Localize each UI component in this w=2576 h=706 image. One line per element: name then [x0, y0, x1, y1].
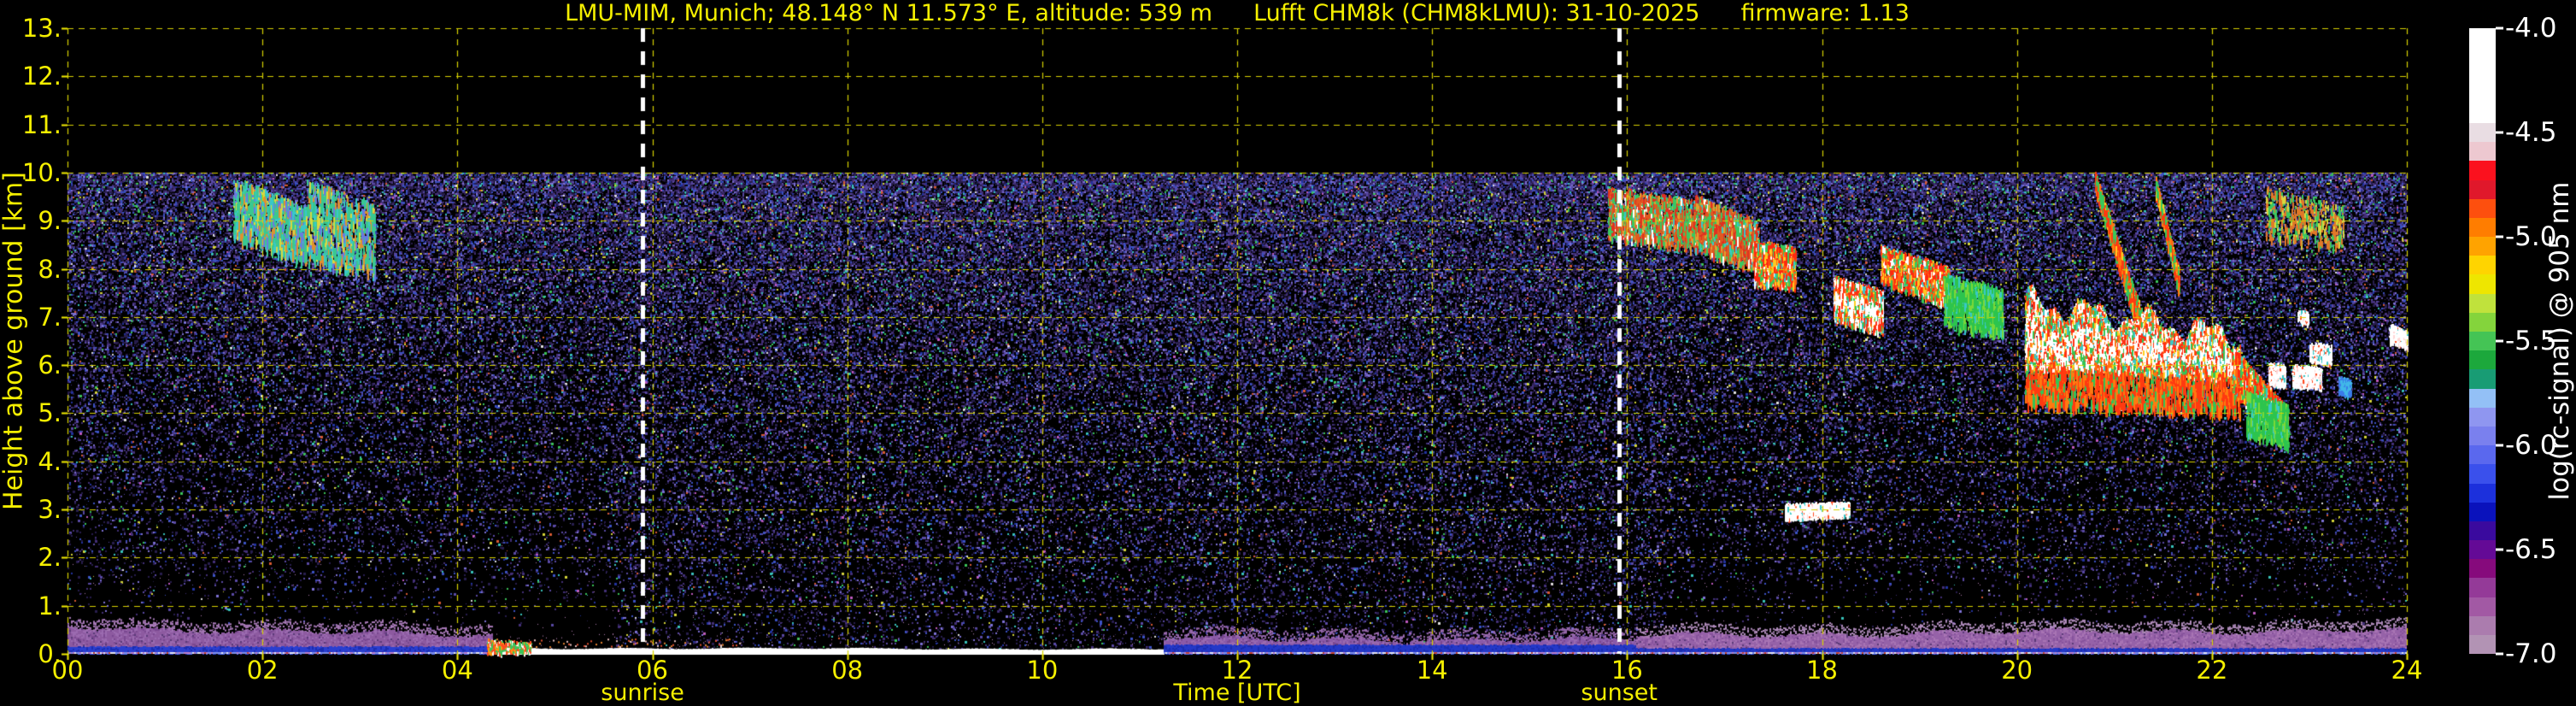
colorbar-tick [2496, 548, 2503, 551]
colorbar-tick [2496, 235, 2503, 238]
x-tick-label: 14 [1416, 656, 1448, 685]
colorbar-swatch [2469, 237, 2496, 256]
y-tick-label: 7. [38, 302, 62, 332]
colorbar-swatch [2469, 464, 2496, 484]
y-tick-label: 1. [38, 591, 62, 621]
x-tick-label: 22 [2196, 656, 2228, 685]
colorbar-swatch [2469, 103, 2496, 123]
x-tick-label: 24 [2391, 656, 2423, 685]
colorbar-swatch [2469, 350, 2496, 370]
colorbar-swatch [2469, 559, 2496, 579]
y-tick-label: 11. [21, 109, 62, 139]
colorbar-swatch [2469, 407, 2496, 427]
colorbar-tick [2496, 26, 2503, 30]
colorbar-tick [2496, 652, 2503, 656]
colorbar-tick-label: -4.5 [2505, 117, 2557, 148]
colorbar-swatch [2469, 502, 2496, 521]
x-tick-label: 18 [1806, 656, 1838, 685]
colorbar-swatch [2469, 85, 2496, 104]
x-tick-label: 04 [441, 656, 473, 685]
colorbar-swatch [2469, 312, 2496, 332]
colorbar-label: log(rc-signal) @ 905 nm [2544, 181, 2575, 501]
y-tick-label: 10. [21, 157, 62, 187]
colorbar-swatch [2469, 578, 2496, 597]
y-tick-label: 12. [21, 62, 62, 91]
colorbar-swatch [2469, 122, 2496, 143]
y-tick-label: 8. [38, 254, 62, 284]
x-tick-label: 02 [246, 656, 279, 685]
colorbar-swatch [2469, 332, 2496, 351]
y-tick-label: 9. [38, 206, 62, 236]
x-tick-label: 08 [831, 656, 864, 685]
ceilometer-heatmap-canvas [0, 0, 2576, 706]
colorbar-swatch [2469, 521, 2496, 541]
colorbar-swatch [2469, 161, 2496, 180]
colorbar-swatch [2469, 597, 2496, 616]
figure-title: LMU-MIM, Munich; 48.148° N 11.573° E, al… [67, 1, 2407, 26]
sunset-label: sunset [1581, 680, 1658, 706]
colorbar-swatch [2469, 28, 2496, 48]
y-tick-label: 6. [38, 350, 62, 380]
colorbar-swatch [2469, 615, 2496, 635]
colorbar-swatch [2469, 179, 2496, 199]
colorbar-swatch [2469, 47, 2496, 67]
colorbar-tick-label: -4.0 [2505, 13, 2557, 44]
colorbar-tick-label: -7.0 [2505, 638, 2557, 669]
y-tick-label: 4. [38, 446, 62, 476]
x-tick-label: 00 [51, 656, 84, 685]
colorbar-tick-label: -6.5 [2505, 534, 2557, 565]
colorbar-tick [2496, 131, 2503, 134]
x-axis-label: Time [UTC] [1173, 680, 1301, 706]
colorbar-swatch [2469, 426, 2496, 446]
colorbar-swatch [2469, 540, 2496, 560]
y-tick-label: 2. [38, 543, 62, 573]
colorbar-swatch [2469, 483, 2496, 503]
title-firmware: firmware: 1.13 [1740, 0, 1910, 26]
y-tick-label: 13. [21, 14, 62, 43]
y-tick-label: 5. [38, 398, 62, 428]
title-station: LMU-MIM, Munich; 48.148° N 11.573° E, al… [565, 0, 1213, 26]
colorbar-swatch [2469, 274, 2496, 294]
colorbar-swatch [2469, 635, 2496, 655]
colorbar-tick [2496, 339, 2503, 343]
ceilometer-figure: LMU-MIM, Munich; 48.148° N 11.573° E, al… [0, 0, 2576, 706]
colorbar-tick [2496, 444, 2503, 447]
colorbar-swatch [2469, 198, 2496, 218]
x-tick-label: 10 [1026, 656, 1059, 685]
colorbar-swatch [2469, 66, 2496, 85]
colorbar-swatch [2469, 445, 2496, 465]
colorbar [2469, 28, 2496, 655]
colorbar-swatch [2469, 256, 2496, 275]
colorbar-swatch [2469, 369, 2496, 389]
colorbar-swatch [2469, 217, 2496, 238]
colorbar-swatch [2469, 293, 2496, 313]
sunrise-label: sunrise [601, 680, 684, 706]
x-tick-label: 20 [2001, 656, 2033, 685]
y-tick-label: 3. [38, 495, 62, 525]
colorbar-swatch [2469, 142, 2496, 162]
title-instrument: Lufft CHM8k (CHM8kLMU): 31-10-2025 [1253, 0, 1700, 26]
colorbar-swatch [2469, 388, 2496, 408]
